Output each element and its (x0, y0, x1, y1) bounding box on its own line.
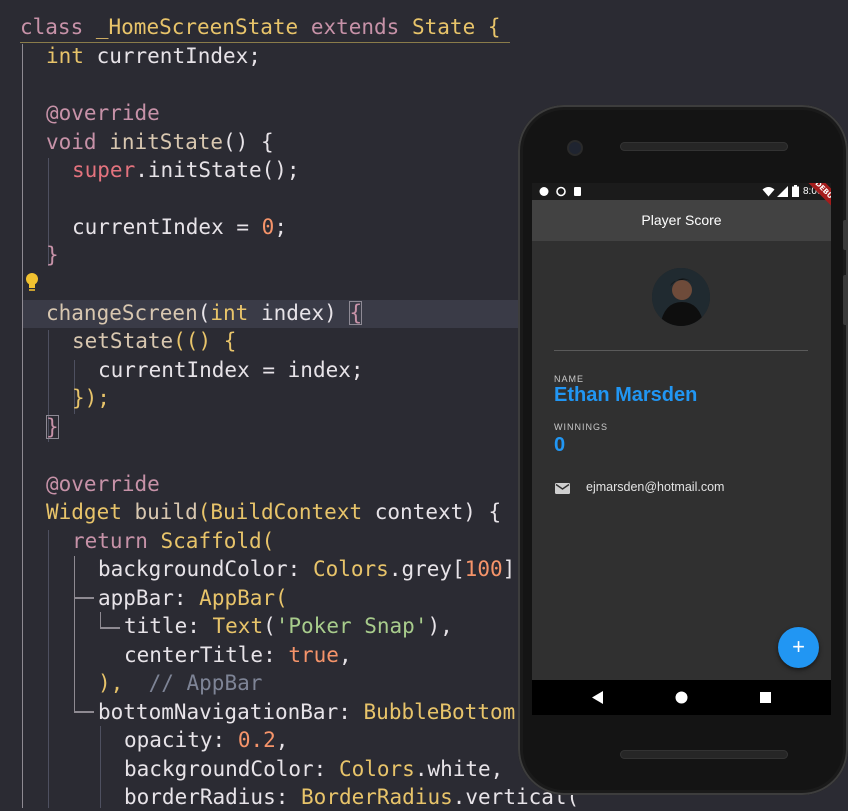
indent-guide (22, 44, 23, 808)
recents-icon[interactable] (760, 692, 771, 703)
earpiece-speaker (620, 142, 788, 151)
code-line: borderRadius: BorderRadius.vertical( (124, 785, 580, 809)
code-line: backgroundColor: Colors.grey[100] (98, 557, 516, 581)
indent-guide (100, 726, 101, 808)
back-icon[interactable] (592, 691, 603, 704)
notification-icons (539, 186, 581, 197)
code-line: Widget build(BuildContext context) { (46, 500, 502, 524)
indent-guide (100, 612, 101, 628)
battery-icon (792, 185, 799, 197)
code-line: @override (46, 472, 160, 496)
tree-branch (100, 627, 120, 629)
volume-button (843, 275, 848, 325)
app-bar: Player Score (532, 200, 831, 241)
power-button (843, 220, 848, 250)
signal-icon (777, 186, 788, 197)
code-line: currentIndex = index; (98, 358, 364, 382)
code-line: void initState() { (46, 130, 274, 154)
lightbulb-icon[interactable] (24, 272, 40, 292)
home-icon[interactable] (675, 691, 688, 704)
bottom-speaker (620, 750, 788, 759)
wifi-icon (762, 187, 775, 197)
code-line: return Scaffold( (72, 529, 275, 553)
code-line: centerTitle: true, (124, 643, 352, 667)
mail-icon (555, 483, 570, 494)
add-icon: + (792, 634, 805, 659)
code-line: ), // AppBar (98, 671, 263, 695)
code-line: title: Text('Poker Snap'), (124, 614, 453, 638)
tree-branch (74, 711, 94, 713)
phone-screen: 8:06 Player Score DEBUG NAME Ethan Marsd… (532, 183, 831, 680)
email-text: ejmarsden@hotmail.com (586, 480, 725, 494)
winnings-value: 0 (554, 434, 566, 456)
name-value: Ethan Marsden (554, 384, 698, 406)
code-line: bottomNavigationBar: BubbleBottom (98, 700, 516, 724)
divider (554, 350, 808, 351)
status-bar: 8:06 (532, 183, 831, 200)
code-line: opacity: 0.2, (124, 728, 289, 752)
code-line: currentIndex = 0; (72, 215, 287, 239)
add-button[interactable]: + (778, 627, 819, 668)
front-camera (569, 142, 581, 154)
avatar (652, 268, 710, 326)
code-line: appBar: AppBar( (98, 586, 288, 610)
code-line: super.initState(); (72, 158, 300, 182)
code-line: class _HomeScreenState extends State { (20, 15, 501, 39)
tree-branch (74, 597, 94, 599)
winnings-label: WINNINGS (554, 422, 608, 432)
code-line: } (46, 243, 59, 267)
system-nav-bar (532, 680, 831, 715)
code-line: @override (46, 101, 160, 125)
name-label: NAME (554, 374, 585, 384)
app-title: Player Score (641, 212, 722, 228)
code-line: changeScreen(int index) { (46, 301, 363, 325)
code-line: backgroundColor: Colors.white, (124, 757, 504, 781)
code-line: int currentIndex; (46, 44, 261, 68)
code-line: } (46, 415, 59, 439)
code-line: }); (72, 386, 110, 410)
indent-guide (74, 556, 75, 712)
indent-guide (48, 530, 49, 808)
code-line: setState(() { (72, 329, 237, 353)
